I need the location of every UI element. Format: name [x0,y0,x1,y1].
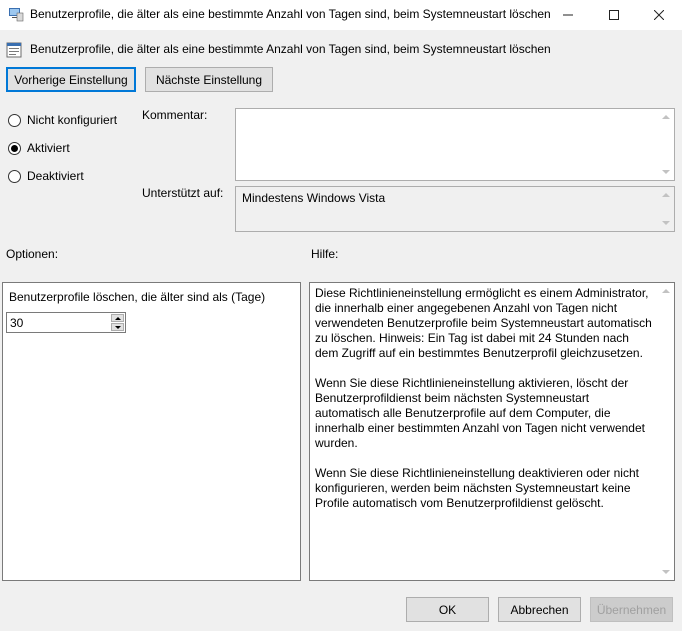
days-field-label: Benutzerprofile löschen, die älter sind … [9,290,266,304]
arrow-up-icon [115,317,121,320]
group-policy-icon [9,8,24,22]
help-label: Hilfe: [311,247,339,261]
radio-label: Nicht konfiguriert [27,113,118,127]
scroll-down-icon[interactable] [662,570,670,574]
apply-button[interactable]: Übernehmen [590,597,673,622]
supported-field: Mindestens Windows Vista [235,186,675,232]
help-text: Diese Richtlinieneinstellung ermöglicht … [315,286,655,526]
supported-scrollbar[interactable] [659,187,674,231]
comment-scrollbar[interactable] [659,109,674,180]
radio-button[interactable] [8,169,21,183]
radio-label: Deaktiviert [27,169,84,183]
supported-value: Mindestens Windows Vista [242,191,386,205]
ok-button[interactable]: OK [406,597,489,622]
help-paragraph: Wenn Sie diese Richtlinieneinstellung ak… [315,376,645,450]
maximize-icon [609,10,619,20]
radio-disabled[interactable]: Deaktiviert [8,167,84,185]
close-button[interactable] [636,0,682,30]
supported-label: Unterstützt auf: [142,186,224,200]
scroll-up-icon[interactable] [662,193,670,197]
policy-title: Benutzerprofile, die älter als eine best… [30,42,551,56]
scroll-up-icon[interactable] [662,289,670,293]
help-paragraph: Wenn Sie diese Richtlinieneinstellung de… [315,466,639,510]
close-icon [654,10,664,20]
days-spinbox[interactable]: 30 [6,312,126,333]
scroll-up-icon[interactable] [662,115,670,119]
spin-down-button[interactable] [111,323,124,331]
radio-label: Aktiviert [27,141,70,155]
comment-label: Kommentar: [142,108,208,122]
radio-button[interactable] [8,141,21,155]
radio-button[interactable] [8,113,21,127]
minimize-icon [563,14,573,16]
scroll-down-icon[interactable] [662,170,670,174]
scroll-down-icon[interactable] [662,221,670,225]
options-label: Optionen: [6,247,59,261]
days-value[interactable]: 30 [10,316,23,330]
previous-setting-button[interactable]: Vorherige Einstellung [6,67,136,92]
spin-up-button[interactable] [111,314,124,322]
arrow-down-icon [115,326,121,329]
window-title: Benutzerprofile, die älter als eine best… [30,7,551,21]
radio-enabled[interactable]: Aktiviert [8,139,70,157]
minimize-button[interactable] [545,0,591,30]
maximize-button[interactable] [591,0,637,30]
help-scrollbar[interactable] [659,283,674,580]
radio-not-configured[interactable]: Nicht konfiguriert [8,111,117,129]
policy-setting-icon [6,42,22,58]
help-paragraph: Diese Richtlinieneinstellung ermöglicht … [315,286,652,360]
cancel-button[interactable]: Abbrechen [498,597,581,622]
next-setting-button[interactable]: Nächste Einstellung [145,67,273,92]
help-panel: Diese Richtlinieneinstellung ermöglicht … [309,282,675,581]
comment-field[interactable] [235,108,675,181]
